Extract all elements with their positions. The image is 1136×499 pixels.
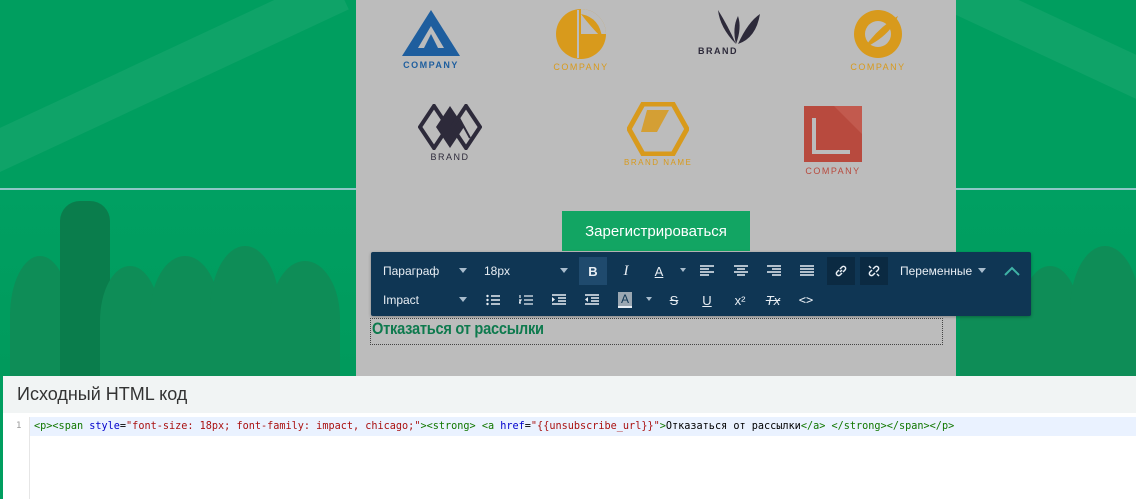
circle-logo-icon [556, 9, 606, 59]
background-ray [0, 0, 349, 187]
font-color-chevron-icon[interactable] [680, 268, 686, 272]
source-panel-header: Исходный HTML код [3, 376, 1136, 413]
logo-brand-name-hexagon: BRAND NAME [624, 102, 692, 167]
outdent-icon [585, 294, 599, 305]
unlink-icon [868, 265, 880, 277]
clear-formatting-button[interactable]: Tx [759, 286, 787, 314]
outdent-button[interactable] [578, 286, 606, 314]
block-format-select[interactable]: Параграф [383, 257, 467, 285]
toolbar-row-1: Параграф 18px B I A Переменные [371, 257, 1031, 285]
superscript-button[interactable]: x² [726, 286, 754, 314]
logo-caption: COMPANY [403, 60, 459, 70]
logo-company-square: COMPANY [802, 104, 864, 176]
source-html-panel: Исходный HTML код 1 <p><span style="font… [0, 376, 1136, 499]
variables-label: Переменные [900, 264, 973, 278]
indent-icon [552, 294, 566, 305]
chevron-up-icon [1004, 266, 1020, 276]
numbered-list-button[interactable] [512, 286, 540, 314]
align-center-icon [734, 265, 748, 276]
logo-company-circle: COMPANY [550, 8, 612, 72]
block-format-value: Параграф [383, 264, 440, 278]
numbered-list-icon [519, 295, 533, 305]
font-family-select[interactable]: Impact [383, 286, 467, 314]
square-logo-icon [804, 106, 862, 162]
editable-text-area[interactable]: Отказаться от рассылки [370, 318, 943, 345]
chevron-down-icon [459, 268, 467, 273]
background-color-chevron-icon[interactable] [646, 297, 652, 301]
bold-button[interactable]: B [579, 257, 607, 285]
register-button[interactable]: Зарегистрироваться [562, 211, 750, 251]
toolbar-row-2: Impact A S U x² Tx <> [371, 286, 1031, 314]
align-justify-icon [800, 265, 814, 276]
chevron-down-icon [560, 268, 568, 273]
link-icon [835, 265, 847, 277]
background-color-button[interactable]: A [611, 286, 639, 314]
align-right-button[interactable] [760, 257, 788, 285]
chevron-down-icon [459, 297, 467, 302]
logo-caption: COMPANY [850, 62, 906, 72]
logo-caption: COMPANY [553, 62, 609, 72]
background-color-swatch: A [617, 292, 632, 308]
bullet-list-icon [486, 294, 500, 306]
line-number: 1 [16, 421, 22, 431]
link-button[interactable] [827, 257, 855, 285]
editor-toolbar: Параграф 18px B I A Переменные Impact A … [371, 252, 1031, 316]
font-size-select[interactable]: 18px [484, 257, 568, 285]
align-left-button[interactable] [693, 257, 721, 285]
font-color-button[interactable]: A [645, 257, 673, 285]
chevron-down-icon [978, 268, 986, 273]
source-code-button[interactable]: <> [792, 286, 820, 314]
align-justify-button[interactable] [793, 257, 821, 285]
font-size-value: 18px [484, 264, 511, 278]
font-family-value: Impact [383, 293, 420, 307]
logo-caption: BRAND [698, 46, 738, 56]
code-editor-line[interactable]: <p><span style="font-size: 18px; font-fa… [34, 421, 954, 432]
align-left-icon [700, 265, 714, 276]
collapse-toolbar-button[interactable] [998, 257, 1026, 285]
diamonds-logo-icon [418, 104, 482, 150]
logo-caption: BRAND NAME [624, 158, 693, 167]
align-right-icon [767, 265, 781, 276]
source-panel-title: Исходный HTML код [17, 384, 188, 404]
underline-button[interactable]: U [693, 286, 721, 314]
triangle-logo-icon [402, 10, 460, 56]
variables-select[interactable]: Переменные [900, 257, 986, 285]
ring-logo-icon [854, 10, 902, 58]
italic-button[interactable]: I [612, 257, 640, 285]
bullet-list-button[interactable] [479, 286, 507, 314]
logo-caption: BRAND [430, 152, 470, 162]
logo-company-triangle: COMPANY [400, 8, 462, 70]
indent-button[interactable] [545, 286, 573, 314]
logo-caption: COMPANY [805, 166, 861, 176]
logo-brand-leaves: BRAND [698, 8, 768, 56]
hexagon-logo-icon [627, 102, 690, 156]
strikethrough-button[interactable]: S [660, 286, 688, 314]
leaves-logo-icon [718, 10, 760, 44]
unsubscribe-link[interactable]: Отказаться от рассылки [372, 319, 544, 339]
logo-brand-diamonds: BRAND [418, 104, 482, 162]
align-center-button[interactable] [727, 257, 755, 285]
logo-company-ring: COMPANY [850, 8, 906, 72]
unlink-button[interactable] [860, 257, 888, 285]
